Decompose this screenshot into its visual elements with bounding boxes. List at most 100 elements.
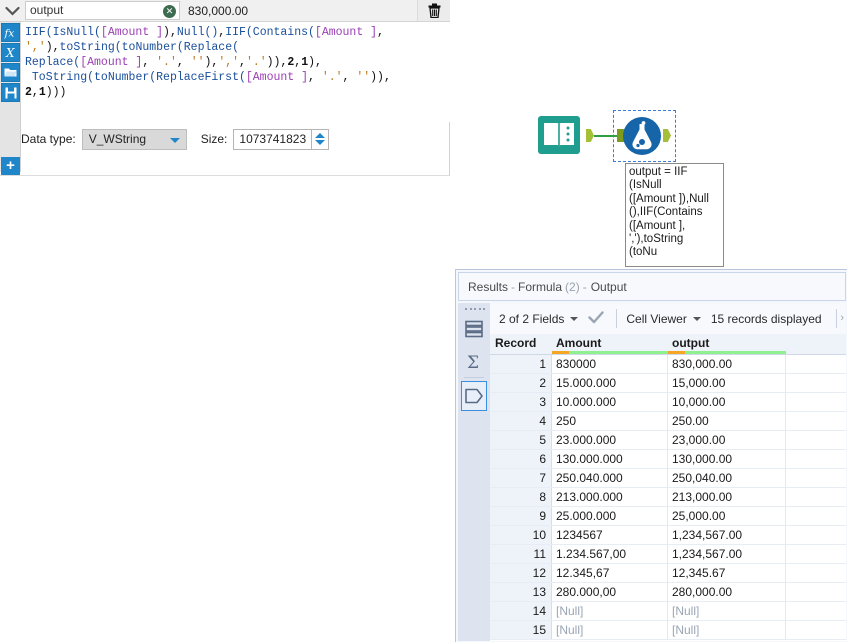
cell-amount[interactable]: 213.000.000 [552,488,668,506]
cell-amount[interactable]: 280.000,00 [552,583,668,601]
results-grid[interactable]: Record Amount output 1 830000 830,000.00 2 1… [490,334,846,641]
add-formula-button[interactable]: + [1,157,20,176]
cell-pad [786,621,846,639]
table-row[interactable]: 3 10.000.000 10,000.00 [490,393,846,412]
table-row[interactable]: 9 25.000.000 25,000.00 [490,507,846,526]
size-stepper[interactable] [312,128,330,150]
cell-output[interactable]: [Null] [668,602,786,620]
expression-editor[interactable]: IIF(IsNull([Amount ]),Null(),IIF(Contain… [21,22,450,122]
expression-token: , [342,71,357,84]
size-input[interactable]: 1073741823 [233,128,313,150]
column-header-record[interactable]: Record [490,334,552,354]
cell-record[interactable]: 10 [490,526,552,544]
table-row[interactable]: 5 23.000.000 23,000.00 [490,431,846,450]
chevron-down-icon [169,137,180,143]
cell-record[interactable]: 11 [490,545,552,563]
cell-output[interactable]: 12,345.67 [668,564,786,582]
datatype-select[interactable]: V_WString [81,128,187,150]
table-row[interactable]: 10 1234567 1,234,567.00 [490,526,846,545]
table-row[interactable]: 1 830000 830,000.00 [490,355,846,374]
expression-token: Contains( [252,26,315,39]
cell-output[interactable]: 1,234,567.00 [668,526,786,544]
table-row[interactable]: 7 250.040.000 250,040.00 [490,469,846,488]
input-tool-output-anchor[interactable] [586,129,594,142]
table-row[interactable]: 13 280.000,00 280,000.00 [490,583,846,602]
table-row[interactable]: 8 213.000.000 213,000.00 [490,488,846,507]
table-row[interactable]: 4 250 250.00 [490,412,846,431]
table-row[interactable]: 2 15.000.000 15,000.00 [490,374,846,393]
open-folder-icon[interactable] [1,63,20,82]
table-row[interactable]: 12 12.345,67 12,345.67 [490,564,846,583]
chevron-down-icon[interactable] [0,0,25,21]
datatype-label: Data type: [21,132,76,146]
stepper-up-icon[interactable] [315,133,326,138]
cell-amount[interactable]: [Null] [552,621,668,639]
save-floppy-icon[interactable] [1,83,20,102]
results-toolbar: 2 of 2 Fields Cell Viewer 15 records dis… [458,303,846,334]
table-row[interactable]: 15 [Null] [Null] [490,621,846,640]
cell-amount[interactable]: 23.000.000 [552,431,668,449]
cell-record[interactable]: 14 [490,602,552,620]
cell-amount[interactable]: 1234567 [552,526,668,544]
rail-grip-handle[interactable] [465,306,485,312]
cell-amount[interactable]: [Null] [552,602,668,620]
cell-record[interactable]: 8 [490,488,552,506]
cell-record[interactable]: 9 [490,507,552,525]
expression-token: [Amount ] [245,71,308,84]
metadata-tag-icon[interactable] [461,381,487,411]
cell-output[interactable]: 25,000.00 [668,507,786,525]
cell-amount[interactable]: 250 [552,412,668,430]
trash-icon[interactable] [417,0,450,21]
variable-x-icon[interactable]: X [1,43,20,62]
cell-record[interactable]: 13 [490,583,552,601]
cell-record[interactable]: 2 [490,374,552,392]
cell-record[interactable]: 6 [490,450,552,468]
cell-amount[interactable]: 12.345,67 [552,564,668,582]
checkmark-icon[interactable] [588,310,605,327]
cell-output[interactable]: 23,000.00 [668,431,786,449]
cell-output[interactable]: 250,040.00 [668,469,786,487]
field-name-input[interactable]: output ✕ [25,1,180,20]
cell-output[interactable]: 10,000.00 [668,393,786,411]
cell-record[interactable]: 15 [490,621,552,639]
cell-output[interactable]: 213,000.00 [668,488,786,506]
cell-record[interactable]: 7 [490,469,552,487]
cell-amount[interactable]: 25.000.000 [552,507,668,525]
cell-output[interactable]: 130,000.00 [668,450,786,468]
chevron-icon[interactable]: › [840,312,844,324]
workflow-canvas[interactable]: output = IIF (IsNull ([Amount ]),Null ()… [451,0,847,267]
cell-output[interactable]: 15,000.00 [668,374,786,392]
table-row[interactable]: 11 1.234.567,00 1,234,567.00 [490,545,846,564]
cell-record[interactable]: 5 [490,431,552,449]
fields-selector[interactable]: 2 of 2 Fields [499,312,579,326]
summary-sigma-icon[interactable]: Σ [461,347,487,377]
fx-icon[interactable]: fx [1,23,20,42]
formula-field-header: output ✕ 830,000.00 [0,0,450,22]
cell-amount[interactable]: 15.000.000 [552,374,668,392]
clear-circle-icon[interactable]: ✕ [163,5,176,18]
data-rows-icon[interactable] [461,314,487,344]
cell-amount[interactable]: 130.000.000 [552,450,668,468]
table-row[interactable]: 6 130.000.000 130,000.00 [490,450,846,469]
cell-output[interactable]: 830,000.00 [668,355,786,373]
cell-output[interactable]: 280,000.00 [668,583,786,601]
cell-viewer-selector[interactable]: Cell Viewer [626,312,701,326]
cell-record[interactable]: 3 [490,393,552,411]
cell-amount[interactable]: 830000 [552,355,668,373]
cell-record[interactable]: 1 [490,355,552,373]
stepper-down-icon[interactable] [315,140,326,145]
formula-flask-icon[interactable] [622,116,662,156]
cell-record[interactable]: 12 [490,564,552,582]
cell-output[interactable]: 250.00 [668,412,786,430]
cell-record[interactable]: 4 [490,412,552,430]
cell-amount[interactable]: 1.234.567,00 [552,545,668,563]
column-header-amount[interactable]: Amount [552,334,668,354]
cell-output[interactable]: 1,234,567.00 [668,545,786,563]
expression-token: , [31,86,39,99]
cell-amount[interactable]: 250.040.000 [552,469,668,487]
cell-amount[interactable]: 10.000.000 [552,393,668,411]
table-row[interactable]: 14 [Null] [Null] [490,602,846,621]
input-data-book-icon[interactable] [537,115,581,155]
column-header-output[interactable]: output [668,334,786,354]
cell-output[interactable]: [Null] [668,621,786,639]
